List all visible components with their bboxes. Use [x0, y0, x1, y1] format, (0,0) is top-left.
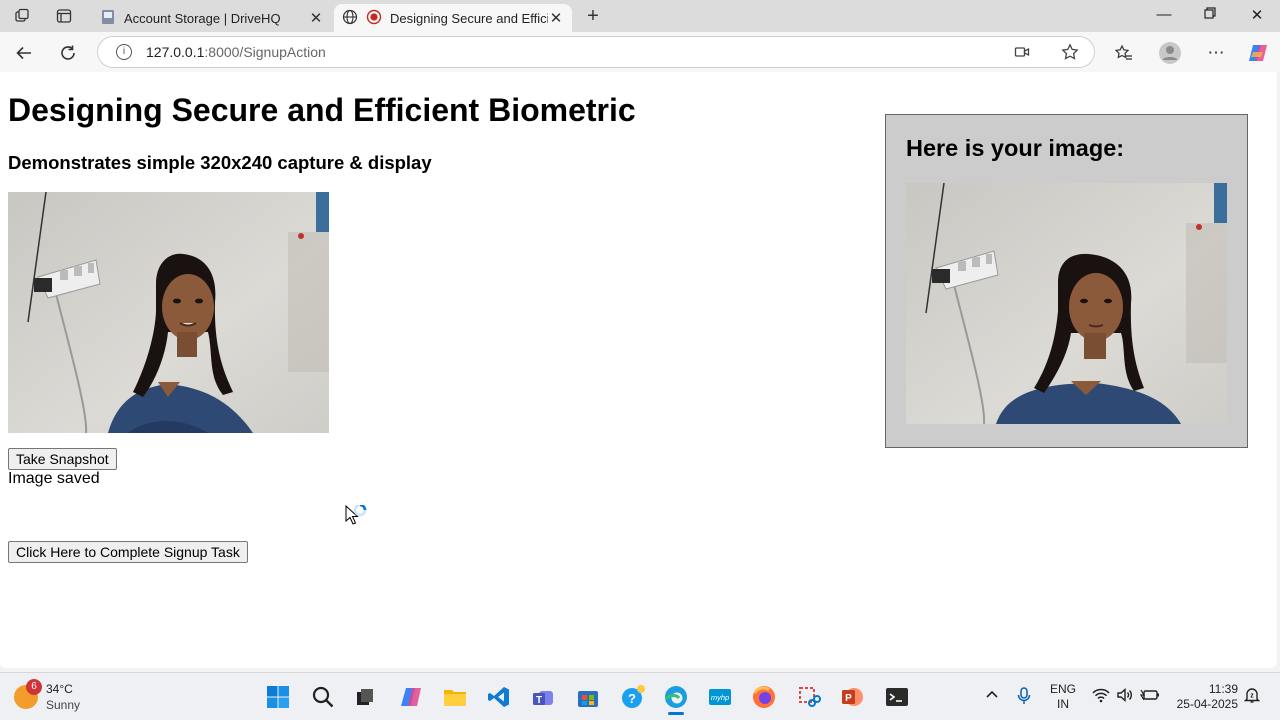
complete-signup-button[interactable]: Click Here to Complete Signup Task	[8, 541, 248, 563]
back-icon[interactable]	[13, 42, 35, 64]
tab-title: Account Storage | DriveHQ	[124, 10, 281, 26]
get-help-icon[interactable]: ?	[621, 685, 645, 709]
url-host: 127.0.0.1	[146, 44, 205, 60]
recording-icon	[366, 9, 382, 28]
snipping-tool-icon[interactable]	[797, 685, 821, 709]
url-path: :8000/SignupAction	[204, 44, 326, 60]
camera-in-use-icon[interactable]	[1011, 41, 1033, 63]
svg-text:?: ?	[628, 691, 636, 706]
workspaces-icon[interactable]	[12, 6, 32, 26]
show-hidden-icons-icon[interactable]	[985, 687, 999, 705]
terminal-icon[interactable]	[885, 685, 909, 709]
myhp-icon[interactable]: myhp	[708, 685, 732, 709]
copilot-app-icon[interactable]	[399, 685, 423, 709]
weather-temperature: 34°C	[46, 682, 73, 696]
webcam-live-preview	[8, 192, 329, 433]
active-app-indicator	[668, 712, 684, 715]
refresh-icon[interactable]	[57, 42, 79, 64]
svg-text:myhp: myhp	[711, 693, 729, 702]
language-region: IN	[1057, 697, 1069, 711]
file-explorer-icon[interactable]	[443, 685, 467, 709]
notification-badge: 6	[26, 679, 42, 695]
tab-actions-icon[interactable]	[54, 6, 74, 26]
windows-taskbar: 6 34°C Sunny T ? myhp P ENG IN 11:39 25-…	[0, 672, 1280, 720]
tab-title: Designing Secure and Efficient Biometric	[390, 10, 548, 26]
close-tab-icon[interactable]: ✕	[548, 9, 564, 27]
busy-cursor-icon	[345, 503, 371, 534]
tab-drivehq[interactable]: Account Storage | DriveHQ ✕	[92, 4, 332, 32]
browser-tab-strip: Account Storage | DriveHQ ✕ Designing Se…	[0, 0, 1280, 32]
more-options-icon[interactable]: ⋯	[1205, 42, 1227, 64]
tab-biometric[interactable]: Designing Secure and Efficient Biometric…	[334, 4, 572, 32]
weather-description: Sunny	[46, 698, 81, 712]
site-info-icon[interactable]: i	[116, 44, 132, 60]
powerpoint-icon[interactable]: P	[840, 685, 864, 709]
results-heading: Here is your image:	[906, 135, 1125, 161]
edge-icon[interactable]	[664, 685, 688, 715]
task-view-icon[interactable]	[353, 685, 377, 709]
minimize-icon[interactable]: —	[1154, 6, 1174, 26]
notifications-icon[interactable]: z	[1243, 687, 1261, 707]
clock-date: 25-04-2025	[1176, 697, 1238, 711]
language-code: ENG	[1049, 682, 1076, 696]
address-bar[interactable]: i 127.0.0.1:8000/SignupAction	[97, 36, 1095, 68]
favorites-icon[interactable]	[1113, 42, 1135, 64]
svg-text:T: T	[536, 695, 542, 706]
search-icon[interactable]	[311, 685, 335, 709]
profile-avatar-icon[interactable]	[1158, 41, 1182, 65]
firefox-icon[interactable]	[752, 685, 776, 709]
teams-icon[interactable]: T	[531, 685, 555, 709]
globe-icon	[342, 9, 358, 28]
status-message: Image saved	[8, 470, 100, 487]
take-snapshot-button[interactable]: Take Snapshot	[8, 448, 117, 470]
svg-text:P: P	[845, 693, 852, 704]
close-window-icon[interactable]: ✕	[1247, 6, 1267, 26]
drivehq-icon	[100, 9, 116, 28]
microsoft-store-icon[interactable]	[576, 685, 600, 709]
battery-icon[interactable]	[1139, 687, 1160, 707]
captured-image-panel: Here is your image:	[885, 114, 1248, 448]
copilot-icon[interactable]	[1246, 41, 1270, 65]
start-icon[interactable]	[266, 685, 290, 709]
language-indicator[interactable]: ENG IN	[1048, 682, 1078, 712]
microphone-icon[interactable]	[1017, 687, 1031, 709]
browser-toolbar: i 127.0.0.1:8000/SignupAction ⋯	[0, 32, 1280, 72]
captured-snapshot-image	[906, 183, 1227, 424]
new-tab-icon[interactable]: +	[583, 5, 603, 27]
svg-text:z: z	[1250, 693, 1254, 700]
favorite-star-icon[interactable]	[1059, 41, 1081, 63]
restore-icon[interactable]	[1200, 6, 1220, 26]
vscode-icon[interactable]	[487, 685, 511, 709]
clock-time: 11:39	[1208, 682, 1238, 696]
clock[interactable]: 11:39 25-04-2025	[1170, 682, 1238, 712]
volume-icon[interactable]	[1116, 687, 1134, 707]
weather-sun-icon: 6	[14, 679, 42, 709]
page-title: Designing Secure and Efficient Biometric	[8, 92, 636, 128]
wifi-icon[interactable]	[1092, 687, 1110, 707]
page-viewport: Designing Secure and Efficient Biometric…	[0, 72, 1277, 668]
page-subtitle: Demonstrates simple 320x240 capture & di…	[8, 152, 432, 173]
close-tab-icon[interactable]: ✕	[308, 9, 324, 27]
weather-widget[interactable]: 6 34°C Sunny	[14, 679, 81, 713]
